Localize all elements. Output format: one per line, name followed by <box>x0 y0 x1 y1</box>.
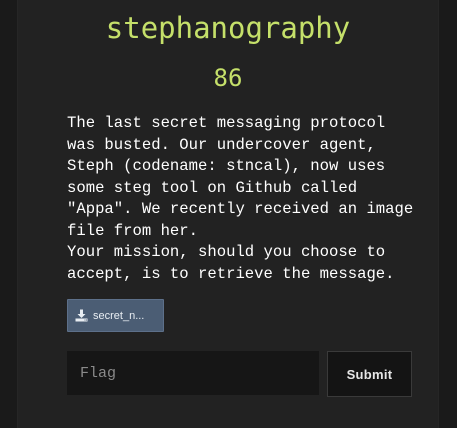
flag-input[interactable] <box>67 351 319 395</box>
challenge-description: The last secret messaging protocol was b… <box>67 113 417 285</box>
description-paragraph: Your mission, should you choose to accep… <box>67 243 395 283</box>
description-paragraph: The last secret messaging protocol was b… <box>67 114 414 240</box>
file-name: secret_n... <box>93 309 145 322</box>
download-icon <box>75 309 88 322</box>
challenge-points: 86 <box>213 64 243 92</box>
submit-button[interactable]: Submit <box>327 351 412 397</box>
file-download-button[interactable]: secret_n... <box>67 299 164 332</box>
challenge-title: stephanography <box>105 11 351 45</box>
